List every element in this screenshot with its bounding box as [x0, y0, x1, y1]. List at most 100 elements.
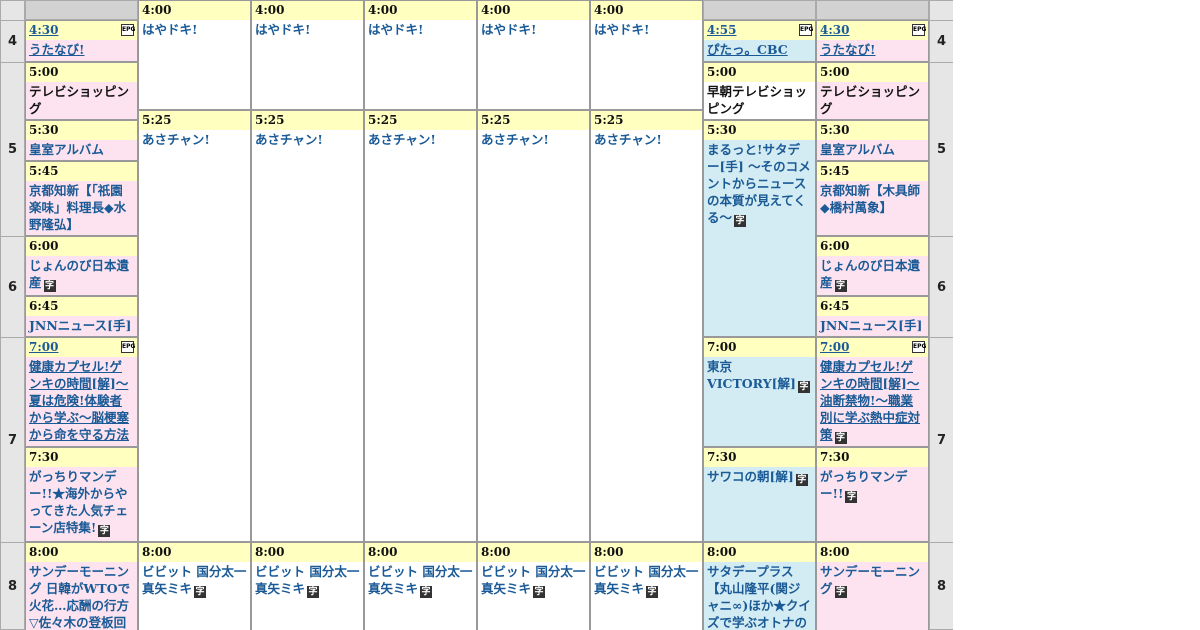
program-title-text[interactable]: うたなび!	[29, 42, 85, 57]
program-cell[interactable]: 4:30 EPG うたなび!	[816, 20, 929, 62]
program-title-text[interactable]: はやドキ!	[594, 22, 650, 37]
program-title-text[interactable]: あさチャン!	[368, 132, 436, 147]
program-title[interactable]: 健康カプセル!ゲンキの時間[解]～油断禁物!～職業別に学ぶ熱中症対策字	[817, 357, 928, 444]
program-cell[interactable]: 4:00 はやドキ!	[477, 0, 590, 110]
program-time[interactable]: 4:30	[820, 23, 849, 37]
program-cell[interactable]: 5:45 京都知新【「祇園楽味」料理長◆水野隆弘】	[25, 161, 138, 236]
program-title[interactable]: サワコの朝[解] 字	[704, 467, 815, 486]
program-title[interactable]: ビビット 国分太一 真矢ミキ字	[591, 562, 702, 598]
program-cell[interactable]: 5:30 皇室アルバム	[25, 120, 138, 161]
program-title[interactable]: サンデーモーニング 日韓がWTOで火花…応酬の行方▽佐々木の登板回避	[26, 562, 137, 630]
program-cell[interactable]: 4:00 はやドキ!	[138, 0, 251, 110]
program-cell[interactable]: 8:00 ビビット 国分太一 真矢ミキ字	[590, 542, 703, 630]
program-title-text[interactable]: JNNニュース[手]	[29, 318, 131, 333]
program-title-text[interactable]: がっちりマンデー!!★海外からやってきた人気チェーン店特集!	[29, 469, 128, 535]
program-title[interactable]: はやドキ!	[365, 20, 476, 38]
program-title-text[interactable]: あさチャン!	[481, 132, 549, 147]
program-cell[interactable]: 7:30 がっちりマンデー!!★海外からやってきた人気チェーン店特集! 字	[25, 447, 138, 542]
program-cell[interactable]: 5:30 まるっと!サタデー[手] ～そのコメントからニュースの本質が見えてくる～…	[703, 120, 816, 337]
program-cell[interactable]: 8:00 ビビット 国分太一 真矢ミキ字	[477, 542, 590, 630]
program-cell[interactable]: 6:45 JNNニュース[手]	[25, 296, 138, 337]
program-time[interactable]: 4:30	[29, 23, 58, 37]
program-cell[interactable]: 8:00 ビビット 国分太一 真矢ミキ字	[138, 542, 251, 630]
program-cell[interactable]: 8:00 ビビット 国分太一 真矢ミキ字	[364, 542, 477, 630]
program-title-text[interactable]: 健康カプセル!ゲンキの時間[解]～油断禁物!～職業別に学ぶ熱中症対策	[820, 359, 920, 442]
program-title-text[interactable]: 健康カプセル!ゲンキの時間[解]～夏は危険!体験者から学ぶ～脳梗塞から命を守る方…	[29, 359, 129, 442]
program-cell[interactable]: 8:00 サンデーモーニング字	[816, 542, 929, 630]
program-title[interactable]: あさチャン!	[365, 130, 476, 148]
program-title[interactable]: 皇室アルバム	[817, 140, 928, 158]
program-title-text[interactable]: ぴたっ。CBC	[707, 42, 788, 57]
program-title[interactable]: まるっと!サタデー[手] ～そのコメントからニュースの本質が見えてくる～字	[704, 140, 815, 227]
program-cell[interactable]: 7:00 EPG 健康カプセル!ゲンキの時間[解]～夏は危険!体験者から学ぶ～脳梗塞…	[25, 337, 138, 447]
program-title[interactable]: はやドキ!	[139, 20, 250, 38]
program-time[interactable]: 7:00	[820, 340, 849, 354]
epg-icon[interactable]: EPG	[912, 341, 926, 353]
program-cell[interactable]: 5:45 京都知新【木具師◆橋村萬象】	[816, 161, 929, 236]
program-cell[interactable]: 5:00 テレビショッピング	[816, 62, 929, 120]
program-title-text[interactable]: あさチャン!	[255, 132, 323, 147]
program-title[interactable]: あさチャン!	[252, 130, 363, 148]
program-cell[interactable]: 4:00 はやドキ!	[590, 0, 703, 110]
program-title-text[interactable]: はやドキ!	[142, 22, 198, 37]
program-title-text[interactable]: サタデープラス【丸山隆平(関ジャニ∞)ほか★クイズで学ぶオトナの週	[707, 564, 811, 630]
program-title[interactable]: がっちりマンデー!! 字	[817, 467, 928, 503]
program-cell[interactable]: 4:00 はやドキ!	[251, 0, 364, 110]
program-cell[interactable]: 4:55 EPG ぴたっ。CBC	[703, 20, 816, 62]
program-title[interactable]: ビビット 国分太一 真矢ミキ字	[365, 562, 476, 598]
program-title[interactable]: ぴたっ。CBC	[704, 40, 815, 58]
program-title[interactable]: 皇室アルバム	[26, 140, 137, 158]
epg-icon[interactable]: EPG	[912, 24, 926, 36]
program-cell[interactable]: 5:25 あさチャン!	[251, 110, 364, 542]
program-title[interactable]: JNNニュース[手]	[26, 316, 137, 334]
program-title[interactable]: ビビット 国分太一 真矢ミキ字	[252, 562, 363, 598]
program-title[interactable]: うたなび!	[26, 40, 137, 58]
program-title[interactable]: あさチャン!	[478, 130, 589, 148]
program-title-text[interactable]: 東京VICTORY[解]	[707, 359, 796, 391]
program-title[interactable]: テレビショッピング	[26, 82, 137, 117]
program-title-text[interactable]: 京都知新【木具師◆橋村萬象】	[820, 183, 920, 215]
epg-icon[interactable]: EPG	[121, 341, 135, 353]
program-title-text[interactable]: はやドキ!	[255, 22, 311, 37]
program-title-text[interactable]: テレビショッピング	[29, 84, 129, 116]
program-cell[interactable]: 7:00 東京VICTORY[解] 字	[703, 337, 816, 447]
program-title[interactable]: うたなび!	[817, 40, 928, 58]
program-cell[interactable]: 8:00 サンデーモーニング 日韓がWTOで火花…応酬の行方▽佐々木の登板回避	[25, 542, 138, 630]
program-title-text[interactable]: あさチャン!	[142, 132, 210, 147]
program-title[interactable]: サンデーモーニング字	[817, 562, 928, 598]
program-title[interactable]: じょんのび日本遺産字	[26, 256, 137, 292]
program-title[interactable]: 京都知新【木具師◆橋村萬象】	[817, 181, 928, 216]
program-title-text[interactable]: 皇室アルバム	[820, 142, 895, 157]
program-cell[interactable]: 5:00 テレビショッピング	[25, 62, 138, 120]
program-title[interactable]: 京都知新【「祇園楽味」料理長◆水野隆弘】	[26, 181, 137, 233]
program-cell[interactable]: 5:25 あさチャン!	[590, 110, 703, 542]
program-title-text[interactable]: がっちりマンデー!!	[820, 469, 908, 501]
program-title-text[interactable]: はやドキ!	[368, 22, 424, 37]
program-title-text[interactable]: サワコの朝[解]	[707, 469, 794, 484]
program-title[interactable]: あさチャン!	[591, 130, 702, 148]
program-title[interactable]: 健康カプセル!ゲンキの時間[解]～夏は危険!体験者から学ぶ～脳梗塞から命を守る方…	[26, 357, 137, 446]
epg-icon[interactable]: EPG	[799, 24, 813, 36]
program-title[interactable]: はやドキ!	[478, 20, 589, 38]
program-cell[interactable]: 7:00 EPG 健康カプセル!ゲンキの時間[解]～油断禁物!～職業別に学ぶ熱中症対…	[816, 337, 929, 447]
program-title[interactable]: がっちりマンデー!!★海外からやってきた人気チェーン店特集! 字	[26, 467, 137, 537]
program-title[interactable]: サタデープラス【丸山隆平(関ジャニ∞)ほか★クイズで学ぶオトナの週	[704, 562, 815, 630]
program-title[interactable]: JNNニュース[手]	[817, 316, 928, 334]
program-cell[interactable]: 8:00 ビビット 国分太一 真矢ミキ字	[251, 542, 364, 630]
program-title[interactable]: あさチャン!	[139, 130, 250, 148]
program-title-text[interactable]: JNNニュース[手]	[820, 318, 922, 333]
program-cell[interactable]: 5:30 皇室アルバム	[816, 120, 929, 161]
program-cell[interactable]: 8:00 サタデープラス【丸山隆平(関ジャニ∞)ほか★クイズで学ぶオトナの週	[703, 542, 816, 630]
program-title[interactable]: はやドキ!	[591, 20, 702, 38]
program-cell[interactable]: 7:30 がっちりマンデー!! 字	[816, 447, 929, 542]
program-title-text[interactable]: あさチャン!	[594, 132, 662, 147]
program-time[interactable]: 4:55	[707, 23, 736, 37]
program-cell[interactable]: 6:00 じょんのび日本遺産字	[816, 236, 929, 296]
program-cell[interactable]: 5:25 あさチャン!	[364, 110, 477, 542]
program-title[interactable]: 東京VICTORY[解] 字	[704, 357, 815, 393]
program-title-text[interactable]: 皇室アルバム	[29, 142, 104, 157]
program-cell[interactable]: 5:25 あさチャン!	[138, 110, 251, 542]
program-cell[interactable]: 6:00 じょんのび日本遺産字	[25, 236, 138, 296]
program-title-text[interactable]: 京都知新【「祇園楽味」料理長◆水野隆弘】	[29, 183, 126, 232]
program-cell[interactable]: 6:45 JNNニュース[手]	[816, 296, 929, 337]
